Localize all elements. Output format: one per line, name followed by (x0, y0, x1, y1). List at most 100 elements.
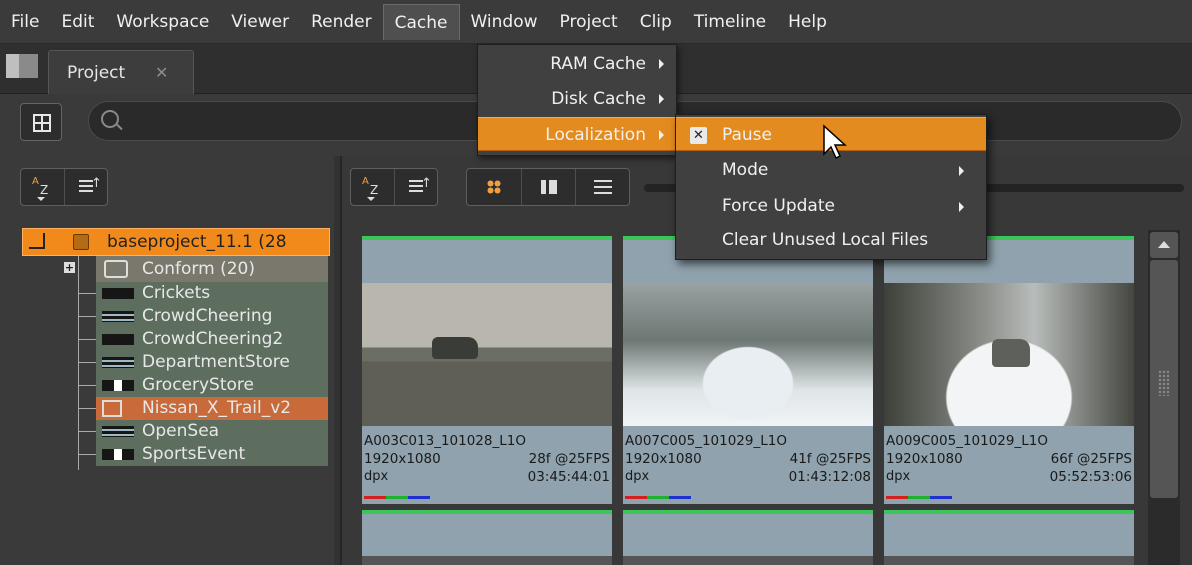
menu-cache[interactable]: Cache (382, 3, 460, 40)
tree-item-crowdcheering[interactable]: CrowdCheering (96, 305, 328, 328)
tree-item-label: Nissan_X_Trail_v2 (142, 398, 292, 418)
tree-item-departmentstore[interactable]: DepartmentStore (96, 351, 328, 374)
menu-project[interactable]: Project (549, 4, 629, 40)
expand-icon[interactable]: + (64, 262, 75, 273)
vertical-scrollbar[interactable] (1148, 230, 1180, 565)
tree-item-opensea[interactable]: OpenSea (96, 420, 328, 443)
menu-item-ram-cache[interactable]: RAM Cache (478, 47, 676, 81)
sort-alpha-icon-z: Z (40, 183, 49, 197)
clip-format: dpx (625, 469, 650, 484)
clip-thumbnail[interactable]: A007C005_101029_L1O 1920x1080 41f @25FPS… (623, 236, 873, 504)
tree-item-label: SportsEvent (142, 444, 246, 464)
search-icon[interactable] (101, 110, 119, 128)
menu-workspace[interactable]: Workspace (105, 4, 220, 40)
menu-timeline[interactable]: Timeline (683, 4, 777, 40)
clip-frames: 66f @25FPS (1050, 451, 1132, 467)
menu-item-clear-unused-local-files[interactable]: Clear Unused Local Files (676, 223, 986, 257)
clip-resolution: 1920x1080 (625, 451, 702, 467)
layout-button[interactable] (20, 103, 62, 141)
close-icon[interactable]: ✕ (155, 51, 168, 95)
menu-render[interactable]: Render (300, 4, 383, 40)
mouse-pointer-icon (823, 124, 847, 160)
view-mode-toolbar (466, 168, 630, 206)
clip-preview-image (362, 556, 612, 565)
menu-item-localization[interactable]: Localization (478, 117, 676, 151)
comp-clip-icon (102, 400, 122, 417)
sort-alpha-button[interactable]: A Z (21, 169, 64, 205)
tree-branch-line (78, 431, 96, 432)
clip-preview-image (623, 556, 873, 565)
clip-thumbnail[interactable] (362, 510, 612, 565)
clip-timecode: 05:52:53:06 (1049, 469, 1132, 485)
pane-grip-icon[interactable] (6, 54, 38, 78)
clip-preview-image (884, 283, 1134, 426)
clip-timecode: 01:43:12:08 (788, 469, 871, 485)
tree-item-sportsevent[interactable]: SportsEvent (96, 443, 328, 466)
menu-clip[interactable]: Clip (629, 4, 683, 40)
tree-item-label: CrowdCheering2 (142, 329, 284, 349)
clip-preview-image (623, 283, 873, 426)
tree-item-label: Crickets (142, 283, 211, 303)
menu-edit[interactable]: Edit (50, 4, 105, 40)
sequence-icon (102, 288, 134, 299)
clip-preview-image (362, 283, 612, 426)
clip-thumbnail[interactable] (884, 510, 1134, 565)
sort-alpha-icon-a: A (362, 176, 369, 187)
bin-sort-toolbar: A Z (20, 168, 108, 206)
clip-resolution: 1920x1080 (886, 451, 963, 467)
tab-project-label: Project (67, 63, 126, 83)
sequence-icon (102, 380, 134, 391)
sort-order-button[interactable] (393, 169, 437, 205)
clip-metadata: A009C005_101029_L1O 1920x1080 66f @25FPS… (886, 432, 1132, 486)
tree-item-label: CrowdCheering (142, 306, 273, 326)
detail-view-button[interactable] (521, 169, 575, 205)
tree-item-crickets[interactable]: Crickets (96, 282, 328, 305)
tree-item-conform[interactable]: Conform (20) (96, 256, 328, 282)
menu-item-disk-cache[interactable]: Disk Cache (478, 82, 676, 116)
tree-item-label: GroceryStore (142, 375, 254, 395)
tree-item-crowdcheering2[interactable]: CrowdCheering2 (96, 328, 328, 351)
tree-branch-line (78, 362, 96, 363)
scroll-grip-icon (1158, 370, 1170, 396)
tree-root-project[interactable]: baseproject_11.1 (28 (22, 228, 330, 256)
tree-branch-line (78, 316, 96, 317)
menu-item-force-update[interactable]: Force Update (676, 189, 986, 223)
tree-item-nissan-x-trail-v2[interactable]: Nissan_X_Trail_v2 (96, 397, 328, 420)
sort-order-button[interactable] (63, 169, 107, 205)
car-shape (432, 337, 478, 359)
clip-format: dpx (364, 469, 389, 484)
menu-window[interactable]: Window (460, 4, 549, 40)
tab-project[interactable]: Project ✕ (48, 50, 194, 94)
menu-item-label: RAM Cache (550, 54, 646, 74)
sequence-icon (102, 449, 134, 460)
thumbnail-view-button[interactable] (467, 169, 521, 205)
menu-file[interactable]: File (0, 4, 50, 40)
list-view-button[interactable] (575, 169, 629, 205)
clip-thumbnail[interactable]: A003C013_101028_L1O 1920x1080 28f @25FPS… (362, 236, 612, 504)
clip-frames: 28f @25FPS (528, 451, 610, 467)
checked-checkbox-icon: ✕ (690, 127, 707, 144)
rgb-channel-bars (625, 496, 695, 499)
tree-branch-line (78, 293, 96, 294)
bin-tree: baseproject_11.1 (28 + Conform (20) Cric… (0, 226, 334, 486)
tree-item-grocerystore[interactable]: GroceryStore (96, 374, 328, 397)
scroll-thumb[interactable] (1150, 260, 1178, 498)
rgb-channel-bars (364, 496, 434, 499)
menu-item-label: Localization (545, 125, 646, 145)
sort-alpha-icon-z: Z (370, 183, 379, 197)
submenu-arrow-icon (959, 202, 964, 212)
submenu-arrow-icon (659, 94, 664, 104)
pin-icon (29, 233, 45, 249)
clip-thumbnail[interactable]: A009C005_101029_L1O 1920x1080 66f @25FPS… (884, 236, 1134, 504)
clip-status-bar (884, 510, 1134, 514)
sort-order-icon (408, 176, 432, 194)
clip-sort-toolbar: A Z (350, 168, 438, 206)
list-icon (593, 180, 612, 194)
clip-format: dpx (886, 469, 911, 484)
scroll-up-icon[interactable] (1150, 232, 1178, 258)
menu-help[interactable]: Help (777, 4, 838, 40)
clip-frames: 41f @25FPS (789, 451, 871, 467)
sort-alpha-button[interactable]: A Z (351, 169, 394, 205)
menu-viewer[interactable]: Viewer (220, 4, 300, 40)
clip-thumbnail[interactable] (623, 510, 873, 565)
